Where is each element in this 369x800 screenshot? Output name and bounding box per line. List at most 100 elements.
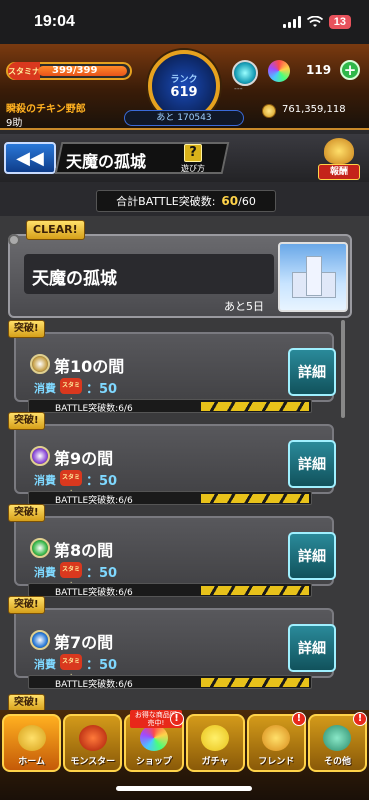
floor-body[interactable]: 第8の間消費スタミナ ：50 BATTLE突破数:6/6 詳細 xyxy=(14,516,336,598)
summary-label: 合計BATTLE突破数: xyxy=(116,195,216,208)
stamina-icon: スタミナ xyxy=(60,378,82,405)
stamina-bar[interactable]: スタミナ 399/399 xyxy=(6,62,132,80)
pin-icon xyxy=(8,234,20,246)
nav-home[interactable]: ホーム xyxy=(2,714,62,772)
floor-progress-bar: BATTLE突破数:6/6 xyxy=(28,491,312,506)
clock: 19:04 xyxy=(34,13,75,30)
orb-icon[interactable] xyxy=(232,60,258,86)
nav-other[interactable]: その他 ! xyxy=(307,712,368,772)
floor-cost-value: ：50 xyxy=(86,382,118,397)
castle-image xyxy=(278,242,348,312)
reward-label: 報酬 xyxy=(318,164,360,180)
gem-count: 119 xyxy=(306,63,332,77)
reward-button[interactable]: 報酬 xyxy=(318,138,360,180)
orb-status: --- xyxy=(234,84,243,93)
floor-list[interactable]: 天魔の孤城 あと5日 CLEAR! 第10の間消費スタミナ：50BATTLE突破… xyxy=(0,216,369,710)
next-floor-breach: 突破! xyxy=(8,694,45,710)
friend-icon xyxy=(262,725,291,751)
detail-button[interactable]: 詳細 xyxy=(288,624,336,672)
floor-cost-label: 消費 xyxy=(34,658,56,671)
nav-gacha-label: ガチャ xyxy=(201,757,229,767)
floor-progress-bar: BATTLE突破数:6/6 xyxy=(28,583,312,598)
floor-name: 第7の間 xyxy=(54,633,114,652)
floor-card[interactable]: 第7の間消費スタミナ ：50 BATTLE突破数:6/6 詳細 突破! xyxy=(8,596,338,690)
nav-monster-label: モンスター xyxy=(70,757,116,767)
rank-value: 619 xyxy=(170,85,198,100)
floor-name: 第8の間 xyxy=(54,541,114,560)
breach-badge: 突破! xyxy=(8,504,45,522)
floor-card[interactable]: 第9の間消費スタミナ ：50 BATTLE突破数:6/6 詳細 突破! xyxy=(8,412,338,506)
summary-total: /60 xyxy=(238,195,256,208)
floor-body[interactable]: 第9の間消費スタミナ ：50 BATTLE突破数:6/6 詳細 xyxy=(14,424,336,506)
nav-gacha[interactable]: ガチャ xyxy=(185,714,245,772)
nav-other-label: その他 xyxy=(323,757,351,767)
floor-name: 第9の間 xyxy=(54,449,114,468)
floor-cost-label: 消費 xyxy=(34,474,56,487)
status-bar: 19:04 13 xyxy=(0,0,369,44)
breach-badge: 突破! xyxy=(8,596,45,614)
shop-gem-icon xyxy=(139,725,168,751)
summary-current: 60 xyxy=(221,194,239,208)
battery-level: 13 xyxy=(328,15,351,29)
floor-cost-value: ：50 xyxy=(86,566,118,581)
detail-button[interactable]: 詳細 xyxy=(288,440,336,488)
scrollbar[interactable] xyxy=(341,320,345,418)
back-button[interactable]: ◀◀ xyxy=(4,142,56,174)
nav-friend[interactable]: フレンド ! xyxy=(246,712,306,772)
floor-element-icon xyxy=(30,446,50,466)
floor-cost-label: 消費 xyxy=(34,566,56,579)
monster-icon xyxy=(78,725,107,751)
breach-badge: 突破! xyxy=(8,412,45,430)
progress-arrows xyxy=(201,402,309,411)
floor-cost-label: 消費 xyxy=(34,382,56,395)
rank-next-exp: あと 170543 xyxy=(124,110,244,126)
stamina-tag: スタミナ xyxy=(8,62,40,80)
progress-arrows xyxy=(201,494,309,503)
help-button[interactable]: ? 遊び方 xyxy=(178,144,208,174)
gem-icon xyxy=(268,60,290,82)
coin-count: 761,359,118 xyxy=(282,104,346,115)
other-icon xyxy=(323,725,352,751)
shop-alert-icon: ! xyxy=(169,712,184,726)
friend-alert-icon: ! xyxy=(291,712,306,726)
status-icons: 13 xyxy=(282,15,351,29)
floor-card[interactable]: 第10の間消費スタミナ ：50 BATTLE突破数:6/6 詳細 突破! xyxy=(8,320,338,414)
floor-progress-bar: BATTLE突破数:6/6 xyxy=(28,675,312,690)
coin-icon xyxy=(262,104,276,118)
rank-label: ランク xyxy=(170,75,198,85)
stamina-icon: スタミナ xyxy=(60,654,82,681)
floor-name: 第10の間 xyxy=(54,357,125,376)
floor-body[interactable]: 第10の間消費スタミナ ：50 BATTLE突破数:6/6 詳細 xyxy=(14,332,336,414)
progress-arrows xyxy=(201,678,309,687)
battle-summary: 合計BATTLE突破数: 60/60 xyxy=(96,190,276,212)
nav-home-label: ホーム xyxy=(18,757,45,767)
add-gems-button[interactable]: + xyxy=(340,60,360,80)
home-indicator xyxy=(116,786,252,791)
floor-body[interactable]: 第7の間消費スタミナ ：50 BATTLE突破数:6/6 詳細 xyxy=(14,608,336,690)
stamina-icon: スタミナ xyxy=(60,470,82,497)
nav-shop-label: ショップ xyxy=(135,757,172,767)
breach-badge: 突破! xyxy=(8,320,45,338)
title-bar: ◀◀ 天魔の孤城 ? 遊び方 xyxy=(0,134,369,182)
stamina-value: 399/399 xyxy=(52,65,98,76)
player-subname: 9助 xyxy=(6,118,23,129)
question-icon: ? xyxy=(184,144,202,162)
nav-shop[interactable]: お得な商品販売中! ショップ ! xyxy=(124,710,184,772)
nav-monster[interactable]: モンスター xyxy=(63,714,123,772)
floor-cost-value: ：50 xyxy=(86,474,118,489)
detail-button[interactable]: 詳細 xyxy=(288,532,336,580)
castle-card[interactable]: 天魔の孤城 あと5日 xyxy=(8,234,352,318)
wifi-icon xyxy=(306,16,323,27)
page-title: 天魔の孤城 xyxy=(66,152,147,171)
floor-element-icon xyxy=(30,630,50,650)
player-header: スタミナ 399/399 ランク 619 あと 170543 --- 119 +… xyxy=(0,44,369,130)
reward-emblem-icon xyxy=(324,138,354,164)
player-name: 瞬殺のチキン野郎 xyxy=(6,104,86,115)
signal-icon xyxy=(282,16,301,28)
floor-card[interactable]: 第8の間消費スタミナ ：50 BATTLE突破数:6/6 詳細 突破! xyxy=(8,504,338,598)
castle-remaining: あと5日 xyxy=(224,300,264,313)
stamina-icon: スタミナ xyxy=(60,562,82,589)
other-alert-icon: ! xyxy=(353,712,368,726)
floor-element-icon xyxy=(30,354,50,374)
detail-button[interactable]: 詳細 xyxy=(288,348,336,396)
